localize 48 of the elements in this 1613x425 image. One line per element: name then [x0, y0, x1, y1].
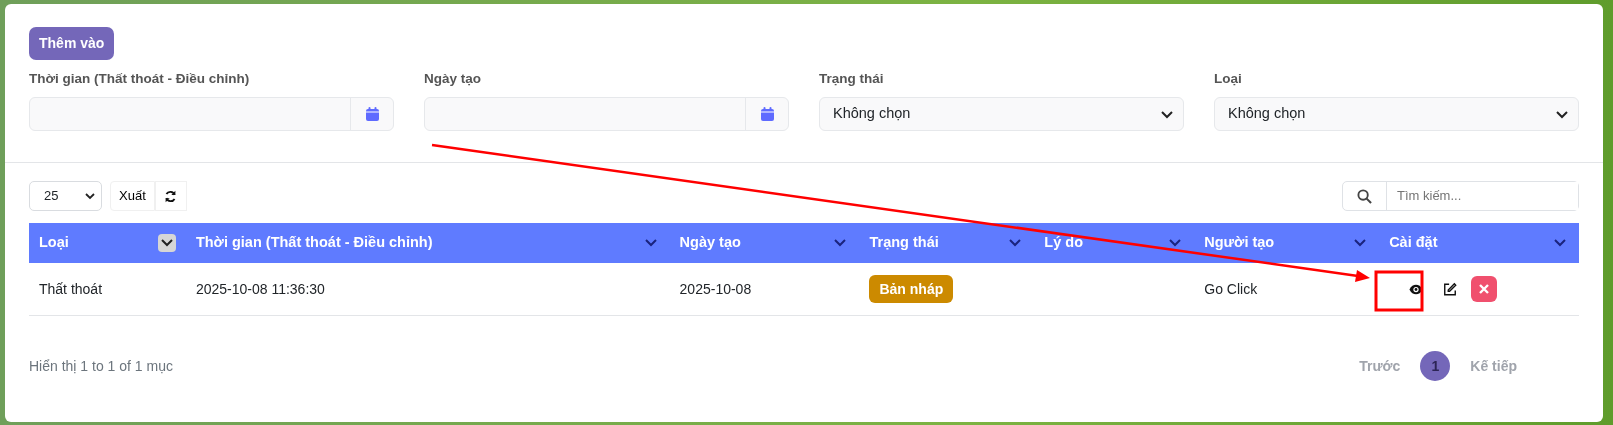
table-cell: Thất thoát: [39, 280, 103, 297]
delete-button[interactable]: [1471, 276, 1498, 302]
pencil-icon: [1443, 281, 1458, 297]
table-cell: 2025-10-08 11:36:30: [195, 280, 325, 297]
chevron-icon: [1169, 239, 1182, 247]
column-header[interactable]: Loại: [39, 232, 69, 254]
chevron-icon: [834, 239, 847, 247]
select-field[interactable]: Không chọn: [819, 97, 1184, 132]
chevron-icon: [160, 239, 173, 247]
column-header[interactable]: Cài đặt: [1389, 232, 1438, 254]
add-button[interactable]: Thêm vào: [29, 27, 115, 60]
column-header[interactable]: Lý do: [1044, 232, 1083, 254]
search-field[interactable]: Tìm kiếm...: [1342, 181, 1579, 211]
column-header[interactable]: Thời gian (Thất thoát - Điều chỉnh): [195, 232, 433, 254]
entries-info: Hiển thị 1 to 1 of 1 mục: [29, 356, 173, 376]
search-icon: [1357, 188, 1372, 204]
eye-icon: [1409, 282, 1424, 296]
close-icon: [1479, 284, 1490, 294]
chevron-icon: [1354, 239, 1367, 247]
chevron-icon: [1161, 111, 1173, 120]
column-header[interactable]: Người tạo: [1204, 232, 1275, 254]
export-button[interactable]: Xuất: [110, 181, 155, 211]
refresh-button[interactable]: [154, 181, 187, 211]
select-field[interactable]: Không chọn: [1214, 97, 1579, 132]
calendar-icon: [365, 107, 379, 122]
filter-label: Loại: [1214, 70, 1243, 88]
page-size-select[interactable]: 25: [29, 181, 102, 211]
refresh-icon: [164, 189, 178, 203]
chevron-icon: [1554, 239, 1566, 247]
table-cell: 2025-10-08: [679, 280, 752, 297]
date-field[interactable]: [29, 97, 394, 132]
table-cell: Go Click: [1204, 280, 1258, 297]
previous-button[interactable]: Trước: [1347, 355, 1413, 377]
chevron-icon: [1009, 239, 1022, 247]
filter-label: Ngày tạo: [424, 70, 482, 88]
sort-button[interactable]: [157, 234, 176, 252]
page-button[interactable]: 1: [1420, 351, 1451, 381]
chevron-icon: [85, 191, 95, 201]
status-badge: Bản nháp: [869, 274, 954, 303]
next-button[interactable]: Kế tiếp: [1458, 355, 1529, 377]
column-header[interactable]: Ngày tạo: [679, 232, 741, 254]
chevron-icon: [644, 239, 657, 247]
date-field[interactable]: [424, 97, 789, 132]
calendar-icon: [760, 107, 774, 122]
filter-label: Trạng thái: [819, 70, 885, 88]
column-header[interactable]: Trạng thái: [869, 232, 939, 254]
chevron-icon: [1556, 111, 1568, 120]
filter-label: Thời gian (Thất thoát - Điều chỉnh): [29, 70, 251, 88]
